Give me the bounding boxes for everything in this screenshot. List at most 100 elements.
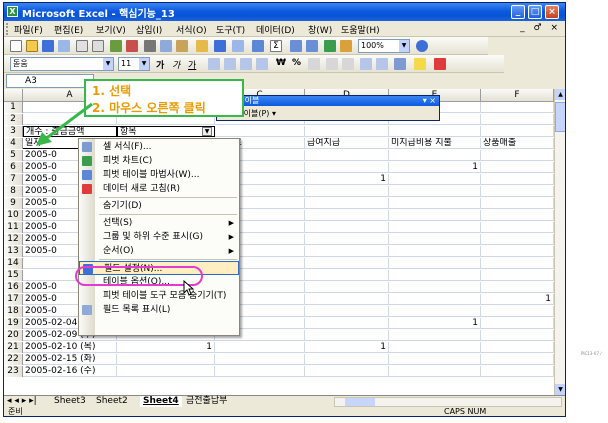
scroll-up-button[interactable]: ▲ — [555, 89, 565, 100]
context-menu-item[interactable]: 선택(S) ▶ — [79, 216, 239, 230]
hyperlink-icon[interactable] — [252, 40, 264, 52]
sort-ascending-icon[interactable] — [290, 40, 302, 52]
grid-cell[interactable] — [389, 330, 481, 341]
menu-help[interactable]: 도움말(H) — [341, 23, 380, 36]
row-header[interactable]: 5 — [4, 150, 23, 161]
grid-cell[interactable] — [481, 306, 554, 317]
align-right-icon[interactable] — [240, 58, 252, 70]
row-header[interactable]: 4 — [4, 138, 23, 149]
font-select[interactable]: 돋움 ▼ — [10, 57, 114, 71]
grid-cell[interactable] — [481, 354, 554, 365]
font-size-select[interactable]: 11 ▼ — [118, 57, 150, 71]
sheet-tab-active[interactable]: Sheet4 — [140, 396, 182, 407]
row-header[interactable]: 19 — [4, 318, 23, 329]
scroll-thumb[interactable] — [555, 102, 565, 132]
decrease-indent-icon[interactable] — [360, 58, 372, 70]
font-color-icon[interactable] — [434, 58, 446, 70]
row-header[interactable]: 6 — [4, 162, 23, 173]
increase-indent-icon[interactable] — [376, 58, 388, 70]
scroll-down-button[interactable]: ▼ — [555, 384, 565, 395]
undo-icon[interactable] — [214, 40, 226, 52]
grid-cell[interactable] — [481, 270, 554, 281]
grid-cell[interactable]: 1 — [117, 342, 215, 353]
grid-cell[interactable] — [117, 354, 215, 365]
grid-cell[interactable] — [389, 126, 481, 137]
grid-cell[interactable] — [481, 282, 554, 293]
grid-cell[interactable] — [389, 366, 481, 377]
grid-cell[interactable] — [481, 222, 554, 233]
grid-cell[interactable] — [389, 342, 481, 353]
grid-cell[interactable] — [481, 234, 554, 245]
context-menu-item[interactable]: 피벗 차트(C) — [79, 154, 239, 168]
column-header[interactable]: F — [481, 89, 554, 102]
grid-cell[interactable] — [481, 246, 554, 257]
grid-cell[interactable]: 2005-02-10 (목) — [23, 342, 117, 353]
print-icon[interactable] — [76, 40, 88, 52]
sheet-tab[interactable]: Sheet3 — [54, 396, 86, 407]
grid-cell[interactable] — [481, 102, 554, 113]
grid-cell[interactable] — [117, 366, 215, 377]
sheet-tab[interactable]: 금전출납부 — [186, 396, 227, 407]
grid-cell[interactable] — [481, 258, 554, 269]
pivot-toolbar-title[interactable]: 피벗 테이블▾ × — [217, 96, 439, 106]
grid-cell[interactable] — [305, 258, 389, 269]
grid-cell[interactable] — [481, 150, 554, 161]
title-bar[interactable]: X Microsoft Excel - 핵심기능_13 _ □ × — [4, 3, 565, 21]
select-all-corner[interactable] — [4, 89, 23, 102]
row-header[interactable]: 3 — [4, 126, 23, 137]
grid-cell[interactable] — [389, 354, 481, 365]
cut-icon[interactable] — [144, 40, 156, 52]
spelling-icon[interactable] — [110, 40, 122, 52]
grid-cell[interactable] — [481, 342, 554, 353]
row-header[interactable]: 1 — [4, 102, 23, 113]
row-header[interactable]: 8 — [4, 186, 23, 197]
row-header[interactable]: 18 — [4, 306, 23, 317]
grid-cell[interactable] — [389, 306, 481, 317]
row-header[interactable]: 13 — [4, 246, 23, 257]
permission-icon[interactable] — [58, 40, 70, 52]
row-header[interactable]: 22 — [4, 354, 23, 365]
bold-button[interactable]: 가 — [156, 58, 164, 71]
grid-cell[interactable] — [389, 270, 481, 281]
sheet-nav-buttons[interactable]: ◂ ◂ ▸ ▸| — [7, 396, 37, 407]
grid-cell[interactable] — [305, 150, 389, 161]
menu-view[interactable]: 보기(V) — [96, 23, 126, 36]
grid-cell[interactable] — [305, 126, 389, 137]
grid-cell[interactable] — [215, 342, 305, 353]
grid-cell[interactable] — [481, 186, 554, 197]
toolbar-grip[interactable] — [6, 23, 12, 35]
row-header[interactable]: 15 — [4, 270, 23, 281]
grid-cell[interactable] — [305, 330, 389, 341]
grid-cell[interactable] — [481, 174, 554, 185]
grid-cell[interactable]: 2005-02-15 (화) — [23, 354, 117, 365]
grid-cell[interactable]: 1 — [481, 294, 554, 305]
grid-cell[interactable] — [481, 126, 554, 137]
grid-cell[interactable] — [305, 282, 389, 293]
minimize-button[interactable]: _ — [511, 5, 525, 19]
comma-style-icon[interactable] — [308, 58, 320, 70]
grid-cell[interactable] — [215, 366, 305, 377]
grid-cell[interactable]: 1 — [305, 174, 389, 185]
grid-cell[interactable] — [389, 294, 481, 305]
grid-cell[interactable] — [389, 258, 481, 269]
grid-cell[interactable] — [305, 186, 389, 197]
increase-decimal-icon[interactable] — [326, 58, 338, 70]
context-menu-item[interactable]: 데이터 새로 고침(R) — [79, 182, 239, 196]
context-menu-item[interactable]: 필드 목록 표시(L) — [79, 303, 239, 317]
grid-cell[interactable] — [389, 186, 481, 197]
menu-window[interactable]: 창(W) — [308, 23, 332, 36]
help-icon[interactable] — [416, 40, 428, 52]
grid-cell[interactable] — [305, 162, 389, 173]
grid-cell[interactable]: 상품매출 — [481, 138, 554, 149]
context-menu-item[interactable]: 피벗 테이블 도구 모음 숨기기(T) — [79, 289, 239, 303]
sheet-tab[interactable]: Sheet2 — [96, 396, 128, 407]
merge-center-icon[interactable] — [256, 58, 268, 70]
menu-insert[interactable]: 삽입(I) — [136, 23, 162, 36]
pivot-table-toolbar[interactable]: 피벗 테이블▾ × 피벗 테이블(P) ▾ — [216, 95, 440, 121]
grid-cell[interactable] — [481, 210, 554, 221]
menu-tools[interactable]: 도구(T) — [216, 23, 245, 36]
context-menu-item[interactable]: 순서(O) ▶ — [79, 244, 239, 258]
grid-cell[interactable] — [481, 114, 554, 125]
context-menu-item[interactable]: 그룹 및 하위 수준 표시(G) ▶ — [79, 230, 239, 244]
horizontal-scrollbar[interactable] — [334, 397, 562, 407]
